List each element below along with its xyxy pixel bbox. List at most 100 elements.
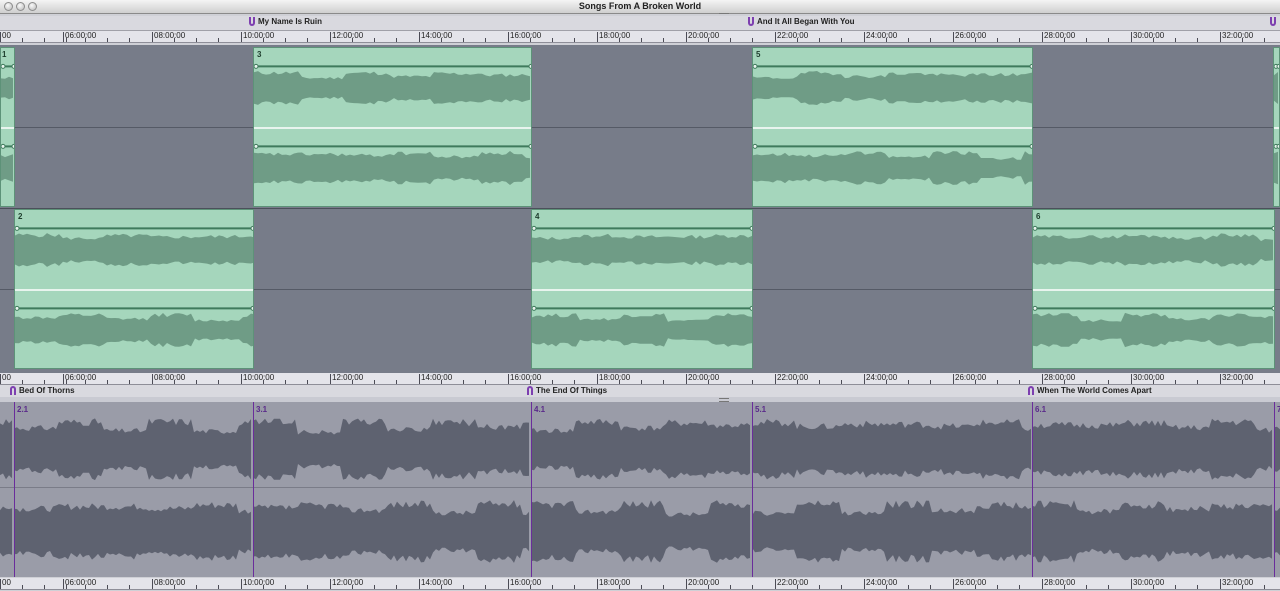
ruler-minor-tick [997,38,998,42]
waveform-channel [1032,418,1272,480]
ruler-minor-tick [129,380,130,384]
audio-region[interactable]: 6 [1032,209,1275,369]
ruler-tick-label: 08:00:00 [154,31,186,40]
timeline-ruler-top[interactable]: 00 06:00:00 08:00:00 10:00:00 12:00:00 14:00:… [0,31,1280,43]
ruler-tick-label: 06:00:00 [65,578,97,587]
mix-region[interactable] [14,402,253,577]
ruler-tick-label: 00 [2,373,11,382]
ruler-minor-tick [708,380,709,384]
mix-region-label: 4.1 [534,405,546,414]
mix-region[interactable] [752,402,1032,577]
waveform-channel [531,500,750,563]
ruler-tick [1042,579,1043,589]
waveform-channel [1274,151,1278,185]
ruler-tick-label: 20:00:00 [688,578,720,587]
marker-pin-icon [748,17,754,26]
ruler-tick-label: 26:00:00 [955,373,987,382]
envelope-keyframe [753,143,758,149]
timeline-ruler-middle[interactable]: 00 06:00:00 08:00:00 10:00:00 12:00:00 14:00:… [0,373,1280,385]
ruler-tick-label: 16:00:00 [510,31,542,40]
ruler-tick [775,32,776,42]
ruler-tick [1131,32,1132,42]
envelope-keyframe [11,63,14,69]
ruler-minor-tick [797,585,798,589]
ruler-minor-tick [1108,38,1109,42]
envelope-keyframe [532,305,537,311]
ruler-minor-tick [129,585,130,589]
ruler-tick [775,374,776,384]
ruler-minor-tick [1175,585,1176,589]
ruler-minor-tick [218,380,219,384]
region-boundary-line [14,402,15,577]
ruler-minor-tick [22,585,23,589]
ruler-tick-label: 16:00:00 [510,373,542,382]
ruler-tick [1042,32,1043,42]
ruler-tick [241,32,242,42]
ruler-minor-tick [908,38,909,42]
envelope-keyframe [254,63,259,69]
ruler-minor-tick [85,38,86,42]
ruler-minor-tick [1197,380,1198,384]
ruler-minor-tick [441,38,442,42]
ruler-minor-tick [307,380,308,384]
ruler-minor-tick [1086,38,1087,42]
ruler-minor-tick [663,380,664,384]
mix-region-label: 3.1 [256,405,268,414]
audio-region[interactable]: 1 [0,47,15,207]
waveform-channel [14,418,251,481]
ruler-tick-label: 26:00:00 [955,31,987,40]
marker-label: And It All Began With You [757,17,855,26]
ruler-minor-tick [1108,585,1109,589]
ruler-minor-tick [374,380,375,384]
ruler-tick [152,579,153,589]
ruler-tick [1131,374,1132,384]
ruler-tick-label: 20:00:00 [688,31,720,40]
ruler-minor-tick [196,585,197,589]
audio-region[interactable]: 4 [531,209,753,369]
mix-region[interactable] [531,402,752,577]
ruler-minor-tick [752,585,753,589]
audio-region[interactable]: 3 [253,47,532,207]
ruler-minor-tick [85,380,86,384]
mix-region-label: 6.1 [1035,405,1047,414]
ruler-minor-tick [641,380,642,384]
region-number-label: 4 [535,212,540,221]
ruler-minor-tick [485,380,486,384]
audio-region[interactable] [1273,47,1280,207]
timeline-ruler-bottom[interactable]: 00 06:00:00 08:00:00 10:00:00 12:00:00 14:00:… [0,578,1280,590]
ruler-tick [686,579,687,589]
envelope-keyframe [753,63,758,69]
ruler-minor-tick [285,38,286,42]
waveform-channel [254,151,530,185]
ruler-minor-tick [463,585,464,589]
ruler-tick [597,32,598,42]
ruler-minor-tick [1242,380,1243,384]
ruler-tick-label: 24:00:00 [866,578,898,587]
waveform-channel [14,502,251,561]
marker-pin-icon [527,386,533,395]
audio-region[interactable]: 5 [752,47,1033,207]
audio-region[interactable]: 2 [14,209,254,369]
ruler-minor-tick [908,585,909,589]
waveform-channel [1,154,13,182]
ruler-minor-tick [174,380,175,384]
ruler-minor-tick [819,380,820,384]
mix-region[interactable] [253,402,531,577]
ruler-minor-tick [730,38,731,42]
ruler-minor-tick [819,585,820,589]
mix-region[interactable] [1032,402,1274,577]
ruler-tick [864,374,865,384]
ruler-minor-tick [1019,380,1020,384]
envelope-keyframe [749,225,752,231]
audio-waveform [1274,63,1279,185]
ruler-minor-tick [1086,380,1087,384]
ruler-minor-tick [663,38,664,42]
ruler-tick-label: 00 [2,31,11,40]
ruler-tick [63,579,64,589]
ruler-tick-label: 26:00:00 [955,578,987,587]
mix-region-label: 2.1 [17,405,29,414]
ruler-minor-tick [1064,380,1065,384]
track-lane-a[interactable] [0,45,1280,208]
waveform-channel [15,233,253,267]
ruler-tick [864,32,865,42]
